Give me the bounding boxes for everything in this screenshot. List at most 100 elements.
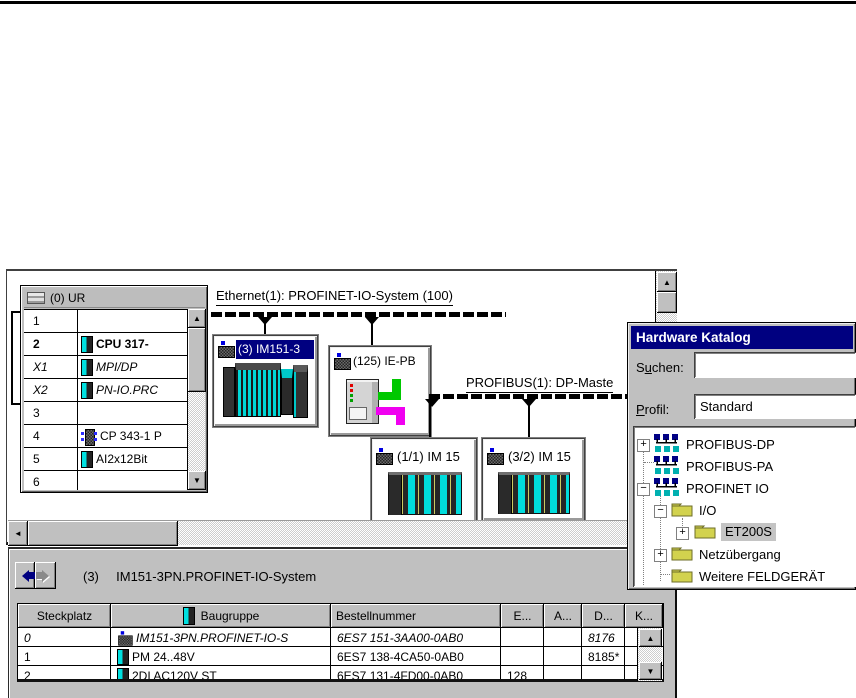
slot-number: 5: [24, 448, 78, 470]
profile-dropdown[interactable]: Standard: [694, 394, 856, 419]
tree-expand-et200s[interactable]: +: [676, 527, 689, 540]
rack-row-1[interactable]: 1: [24, 310, 187, 333]
rack-scrollbar[interactable]: ▲ ▼: [187, 309, 206, 490]
table-vertical-scrollbar[interactable]: ▲ ▼: [637, 628, 662, 681]
tree-item-profibus-dp[interactable]: PROFIBUS-DP: [686, 437, 775, 452]
slot-number: X1: [24, 356, 78, 378]
et200s-station-image: [223, 363, 309, 420]
table-header-row: Steckplatz Baugruppe Bestellnummer E... …: [18, 604, 663, 628]
device-label: (1/1) IM 15: [397, 448, 460, 464]
bus-tap-triangle: [522, 399, 536, 407]
pn-device-icon: [118, 630, 133, 646]
tree-expand-profinet-io[interactable]: −: [637, 483, 650, 496]
pane-horizontal-scrollbar[interactable]: ◄: [8, 520, 655, 546]
rack-title-bar[interactable]: (0) UR: [24, 289, 205, 308]
rack-row-3[interactable]: 3: [24, 402, 187, 425]
ethernet-bus-label[interactable]: Ethernet(1): PROFINET-IO-System (100): [216, 288, 453, 306]
pane-scroll-up-button[interactable]: ▲: [657, 272, 677, 292]
header-e-adresse[interactable]: E...: [501, 604, 544, 628]
page-top-rule: [0, 1, 856, 4]
catalog-title: Hardware Katalog: [636, 330, 751, 345]
back-arrow-icon: [16, 569, 35, 582]
tree-item-netzuebergang[interactable]: Netzübergang: [699, 547, 781, 562]
device-box-im15-1[interactable]: (1/1) IM 15: [371, 438, 477, 523]
slot-number: 6: [24, 471, 78, 490]
rack-row-4[interactable]: 4 CP 343-1 P: [24, 425, 187, 448]
station-window-graphic-pane: (0) UR 1 2 CPU 317- X1 MPI/DP X2 PN-IO.P…: [6, 269, 677, 546]
tree-line: [644, 462, 654, 463]
folder-icon: [671, 547, 693, 561]
network-icon: [654, 456, 679, 474]
tree-expand-netzuebergang[interactable]: +: [654, 549, 667, 562]
table-row-0[interactable]: 0 IM151-3PN.PROFINET-IO-S 6ES7 151-3AA00…: [18, 628, 663, 647]
table-row-1[interactable]: 1 PM 24..48V 6ES7 138-4CA50-0AB0 8185*: [18, 647, 663, 666]
up-arrow-icon: ▲: [193, 314, 201, 323]
analog-module-icon: [81, 450, 93, 468]
module-name: CPU 317-: [96, 337, 149, 351]
tree-item-et200s-selected[interactable]: ET200S: [721, 523, 776, 541]
green-cable: [392, 379, 401, 400]
device-box-iepb[interactable]: (125) IE-PB: [329, 346, 431, 436]
profibus-bus-label[interactable]: PROFIBUS(1): DP-Maste: [466, 375, 614, 393]
bus-tap-triangle: [365, 317, 379, 325]
rack-row-2[interactable]: 2 CPU 317-: [24, 333, 187, 356]
rack-scroll-up-button[interactable]: ▲: [188, 309, 206, 328]
header-a-adresse[interactable]: A...: [544, 604, 582, 628]
rack-title: (0) UR: [50, 291, 86, 305]
rack-row-x1[interactable]: X1 MPI/DP: [24, 356, 187, 379]
header-steckplatz[interactable]: Steckplatz: [18, 604, 111, 628]
detail-station-label: (3) IM151-3PN.PROFINET-IO-System: [83, 569, 316, 584]
magenta-cable: [376, 407, 397, 415]
search-input[interactable]: [694, 352, 856, 378]
rack-scroll-down-button[interactable]: ▼: [188, 471, 206, 490]
tree-line: [643, 452, 644, 585]
table-row-2[interactable]: 2 2DI AC120V ST 6ES7 131-4FD00-0AB0 128: [18, 666, 663, 679]
im15-station-image: [498, 472, 570, 514]
navigate-forward-button[interactable]: [35, 562, 56, 589]
pane-vscroll-thumb[interactable]: [657, 292, 677, 313]
up-arrow-icon: ▲: [646, 633, 655, 643]
folder-icon: [671, 569, 693, 583]
tree-item-weitere-feldgeraete[interactable]: Weitere FELDGERÄT: [699, 569, 825, 584]
search-label: Suchen:: [636, 360, 684, 375]
hardware-catalog-window: Hardware Katalog Suchen: Profil: Standar…: [627, 322, 856, 590]
table-scroll-up-button[interactable]: ▲: [639, 629, 662, 647]
im15-station-image: [388, 472, 462, 515]
rack-icon: [27, 292, 45, 304]
cp-module-icon: [81, 428, 97, 446]
tree-expand-io[interactable]: −: [654, 505, 667, 518]
module-icon: [182, 607, 195, 625]
table-scroll-down-button[interactable]: ▼: [639, 662, 662, 680]
rack-scroll-thumb[interactable]: [188, 328, 206, 392]
slot-number: 2: [24, 333, 78, 355]
tree-item-io[interactable]: I/O: [699, 503, 716, 518]
left-arrow-icon: ◄: [14, 529, 22, 538]
navigate-back-button[interactable]: [15, 562, 35, 589]
header-bestellnummer[interactable]: Bestellnummer: [331, 604, 501, 628]
rack-row-5[interactable]: 5 AI2x12Bit: [24, 448, 187, 471]
slot-number: 4: [24, 425, 78, 447]
rack-row-6[interactable]: 6: [24, 471, 187, 490]
device-box-im15-2[interactable]: (3/2) IM 15: [482, 438, 585, 521]
interface-module-icon: [81, 381, 93, 399]
pane-hscroll-thumb[interactable]: [28, 521, 178, 546]
header-d-adresse[interactable]: D...: [582, 604, 625, 628]
bus-tap-triangle: [258, 317, 272, 325]
catalog-tree: + PROFIBUS-DP PROFIBUS-PA − PROFINET IO …: [633, 426, 856, 587]
tree-expand-profibus-dp[interactable]: +: [637, 439, 650, 452]
rack-row-x2[interactable]: X2 PN-IO.PRC: [24, 379, 187, 402]
dp-slave-icon: [487, 448, 504, 465]
header-kommentar[interactable]: K...: [625, 604, 663, 628]
header-baugruppe[interactable]: Baugruppe: [111, 604, 331, 628]
catalog-title-bar[interactable]: Hardware Katalog: [631, 326, 853, 349]
tree-item-profibus-pa[interactable]: PROFIBUS-PA: [686, 459, 773, 474]
device-box-im151[interactable]: (3) IM151-3: [213, 335, 318, 427]
tree-item-profinet-io[interactable]: PROFINET IO: [686, 481, 769, 496]
pane-scroll-left-button[interactable]: ◄: [8, 521, 28, 546]
iepb-link-image: [330, 347, 432, 437]
device-label: (3/2) IM 15: [508, 448, 571, 464]
rack-window[interactable]: (0) UR 1 2 CPU 317- X1 MPI/DP X2 PN-IO.P…: [20, 285, 208, 493]
slot-number: 1: [24, 310, 78, 332]
ethernet-bus-line[interactable]: [211, 312, 506, 317]
profile-label: Profil:: [636, 402, 670, 417]
